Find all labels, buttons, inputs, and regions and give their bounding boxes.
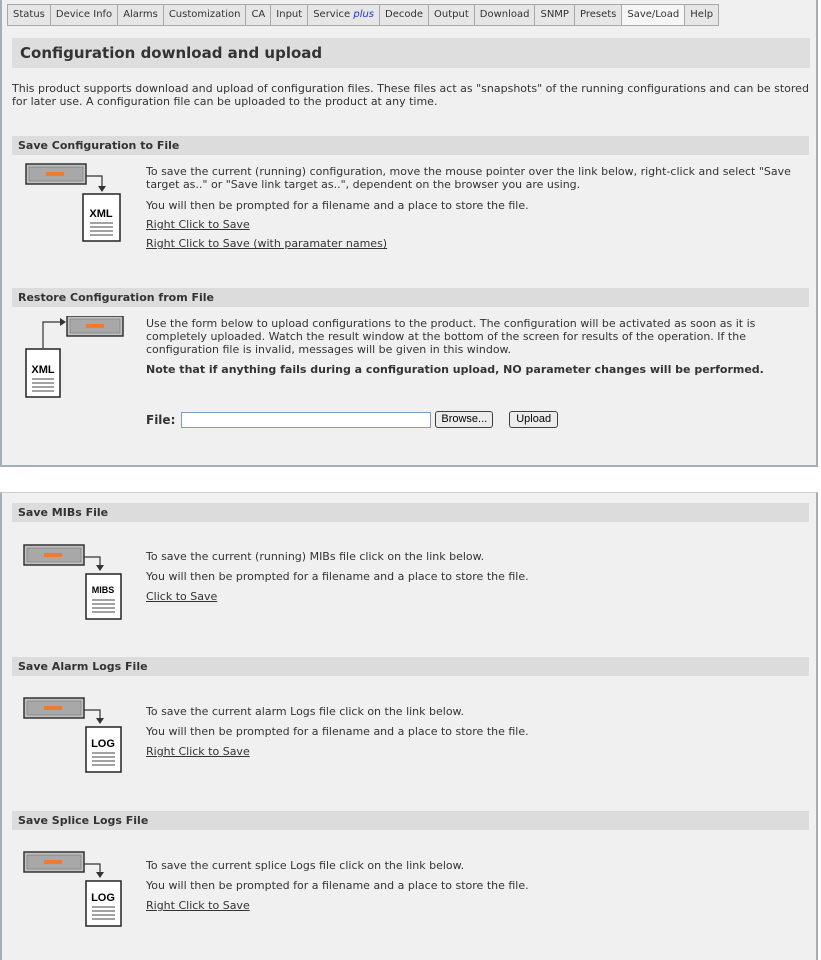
- save-alarm-logs-link[interactable]: Right Click to Save: [146, 745, 250, 758]
- tab-service-label: Service: [313, 9, 351, 20]
- tab-service-plus-suffix: plus: [353, 9, 375, 20]
- save-alarm-logs-prompt: You will then be prompted for a filename…: [146, 725, 529, 738]
- tab-customization[interactable]: Customization: [162, 4, 247, 26]
- tab-alarms[interactable]: Alarms: [117, 4, 164, 26]
- save-config-with-names-link[interactable]: Right Click to Save (with paramater name…: [146, 237, 387, 250]
- upload-button[interactable]: Upload: [509, 411, 559, 428]
- save-splice-logs-instructions: To save the current splice Logs file cli…: [146, 859, 465, 872]
- save-mibs-link[interactable]: Click to Save: [146, 590, 217, 603]
- log-document-icon: LOG: [85, 880, 122, 927]
- load-from-file-icon: XML: [25, 316, 124, 398]
- save-config-instructions: To save the current (running) configurat…: [146, 165, 791, 191]
- tab-input[interactable]: Input: [270, 4, 309, 26]
- tab-status[interactable]: Status: [7, 4, 51, 26]
- tab-download[interactable]: Download: [473, 4, 536, 26]
- browse-button[interactable]: Browse...: [435, 411, 494, 428]
- tab-decode[interactable]: Decode: [379, 4, 429, 26]
- mibs-icon-label: MIBS: [92, 585, 115, 595]
- tab-device-info[interactable]: Device Info: [49, 4, 119, 26]
- xml-icon-label-restore: XML: [31, 364, 55, 376]
- save-splice-logs-link[interactable]: Right Click to Save: [146, 899, 250, 912]
- save-config-header: Save Configuration to File: [12, 136, 809, 155]
- tab-snmp[interactable]: SNMP: [534, 4, 575, 26]
- xml-document-icon: XML: [82, 193, 121, 242]
- tab-ca[interactable]: CA: [245, 4, 272, 26]
- restore-config-note: Note that if anything fails during a con…: [146, 363, 764, 376]
- xml-icon-label: XML: [89, 208, 113, 220]
- tab-bar: Status Device Info Alarms Customization …: [7, 4, 720, 26]
- save-mibs-instructions: To save the current (running) MIBs file …: [146, 550, 485, 563]
- tab-help[interactable]: Help: [684, 4, 720, 26]
- alarm-log-icon-label: LOG: [91, 738, 115, 750]
- log-document-icon: LOG: [85, 726, 122, 773]
- upload-form: File: Browse... Upload: [146, 411, 559, 428]
- mibs-document-icon: MIBS: [85, 573, 122, 620]
- save-config-prompt: You will then be prompted for a filename…: [146, 199, 529, 212]
- tab-service-plus[interactable]: Service plus: [307, 4, 381, 26]
- files-panel: Save MIBs File MIBS To save the current …: [0, 492, 818, 960]
- tab-presets[interactable]: Presets: [573, 4, 623, 26]
- save-splice-logs-header: Save Splice Logs File: [12, 811, 809, 830]
- config-panel: Status Device Info Alarms Customization …: [0, 0, 818, 467]
- file-label: File:: [146, 412, 176, 427]
- save-mibs-header: Save MIBs File: [12, 503, 809, 522]
- restore-config-instructions: Use the form below to upload configurati…: [146, 317, 756, 356]
- page-title: Configuration download and upload: [12, 38, 810, 68]
- save-mibs-prompt: You will then be prompted for a filename…: [146, 570, 529, 583]
- tab-save-load[interactable]: Save/Load: [621, 4, 686, 26]
- file-input[interactable]: [181, 411, 432, 428]
- tab-output[interactable]: Output: [428, 4, 475, 26]
- save-config-link[interactable]: Right Click to Save: [146, 218, 250, 231]
- save-alarm-logs-instructions: To save the current alarm Logs file clic…: [146, 705, 465, 718]
- intro-text: This product supports download and uploa…: [12, 82, 809, 108]
- save-splice-logs-prompt: You will then be prompted for a filename…: [146, 879, 529, 892]
- save-alarm-logs-header: Save Alarm Logs File: [12, 657, 809, 676]
- splice-log-icon-label: LOG: [91, 892, 115, 904]
- restore-config-header: Restore Configuration from File: [12, 288, 809, 307]
